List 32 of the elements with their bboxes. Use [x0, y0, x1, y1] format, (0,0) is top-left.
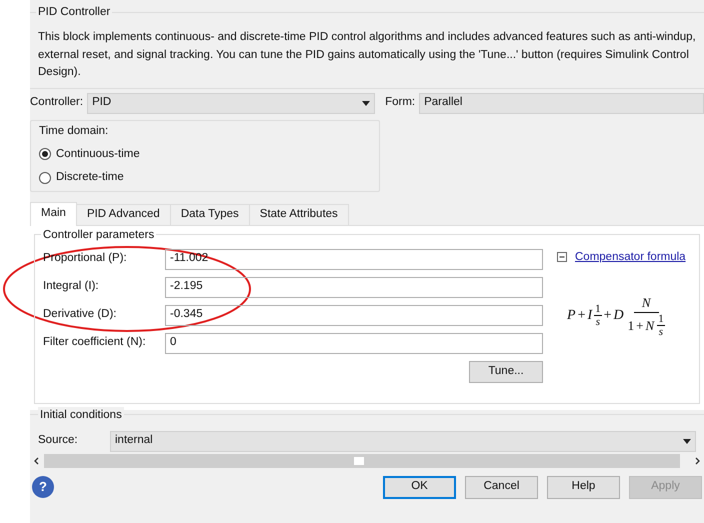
parameter-label: Derivative (D): [43, 307, 118, 322]
collapse-icon[interactable] [557, 252, 567, 262]
source-label: Source: [38, 433, 79, 448]
tab[interactable]: PID Advanced [76, 204, 171, 224]
dialog-button[interactable]: Help [547, 476, 620, 498]
controller-label: Controller: [30, 95, 84, 110]
tab[interactable]: Main [30, 202, 77, 226]
description-text: This block implements continuous- and discrete-time PID control algorithms and includes advanced features such as anti-windup, external reset, and signal tracking. You can tune the PID gains automatically using the 'Tune...' button (requires Simulink Control Design). [38, 30, 697, 80]
tab[interactable]: State Attributes [250, 204, 349, 224]
caret-icon [683, 438, 691, 444]
help-icon[interactable]: ? [32, 476, 54, 498]
scrollbar-thumb[interactable] [354, 456, 364, 464]
parameter-label: Integral (I): [43, 279, 100, 294]
dialog-button[interactable]: OK [383, 476, 456, 498]
time-domain-label: Time domain: [39, 124, 110, 138]
tune-button[interactable]: Tune... [469, 360, 543, 382]
source-dropdown[interactable]: internal [110, 430, 696, 452]
controller-dropdown[interactable]: PID [87, 92, 376, 114]
radio-option[interactable]: Discrete-time [39, 169, 124, 186]
compensator-formula-link[interactable]: Compensator formula [575, 248, 686, 266]
parameter-field[interactable]: 0 [165, 332, 543, 354]
dialog-button[interactable]: Cancel [465, 476, 538, 498]
form-label: Form: [385, 95, 416, 110]
parameter-label: Proportional (P): [43, 251, 128, 266]
parameter-label: Filter coefficient (N): [43, 335, 147, 350]
radio-option[interactable]: Continuous-time [39, 146, 140, 163]
parameter-field[interactable]: -0.345 [165, 304, 543, 326]
form-field[interactable]: Parallel [419, 92, 704, 114]
parameter-field[interactable]: -2.195 [165, 276, 543, 298]
tab[interactable]: Data Types [170, 204, 250, 224]
parameter-field[interactable]: -11.002 [165, 248, 543, 270]
caret-icon [362, 100, 370, 106]
